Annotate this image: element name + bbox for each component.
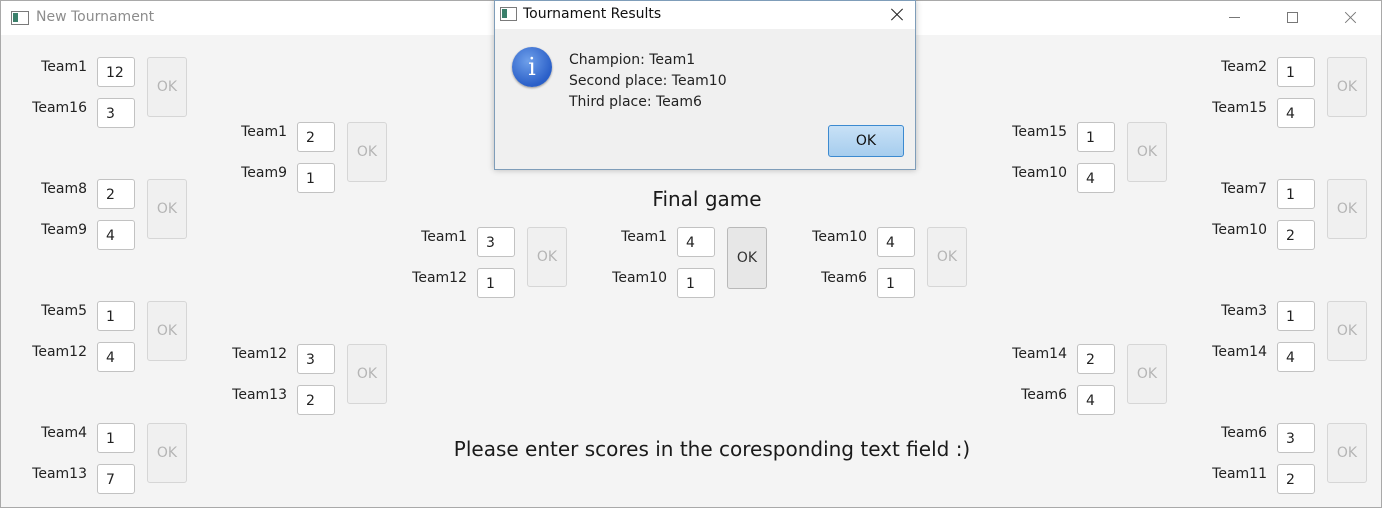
score-field[interactable]: 1: [1277, 301, 1315, 331]
team-label: Team6: [1221, 425, 1267, 441]
team-label: Team1: [621, 229, 667, 245]
final-ok-button[interactable]: OK: [727, 227, 767, 289]
score-field[interactable]: 2: [1277, 220, 1315, 250]
score-field[interactable]: 4: [1077, 385, 1115, 415]
score-field[interactable]: 3: [97, 98, 135, 128]
team-label: Team11: [1212, 466, 1267, 482]
team-label: Team10: [1012, 165, 1067, 181]
team-label: Team2: [1221, 59, 1267, 75]
team-label: Team6: [1021, 387, 1067, 403]
score-field[interactable]: 1: [877, 268, 915, 298]
score-field[interactable]: 4: [97, 342, 135, 372]
score-field[interactable]: 4: [1277, 342, 1315, 372]
team-label: Team12: [412, 270, 467, 286]
dialog-titlebar: Tournament Results: [495, 1, 915, 29]
score-field[interactable]: 1: [677, 268, 715, 298]
ok-button[interactable]: OK: [1327, 179, 1367, 239]
team-label: Team1: [241, 124, 287, 140]
ok-button[interactable]: OK: [147, 301, 187, 361]
team-label: Team4: [41, 425, 87, 441]
team-label: Team13: [232, 387, 287, 403]
team-label: Team9: [41, 222, 87, 238]
ok-button[interactable]: OK: [347, 344, 387, 404]
dialog-title: Tournament Results: [523, 6, 662, 22]
ok-button[interactable]: OK: [1327, 301, 1367, 361]
score-field[interactable]: 3: [1277, 423, 1315, 453]
team-label: Team3: [1221, 303, 1267, 319]
team-label: Team10: [612, 270, 667, 286]
maximize-icon[interactable]: [1269, 1, 1315, 35]
instruction-text: Please enter scores in the coresponding …: [453, 437, 971, 461]
score-field[interactable]: 3: [477, 227, 515, 257]
score-field[interactable]: 1: [1077, 122, 1115, 152]
ok-button[interactable]: OK: [927, 227, 967, 287]
score-field[interactable]: 1: [1277, 179, 1315, 209]
team-label: Team6: [821, 270, 867, 286]
ok-button[interactable]: OK: [1327, 57, 1367, 117]
close-icon[interactable]: [887, 5, 907, 25]
score-field[interactable]: 3: [297, 344, 335, 374]
ok-button[interactable]: OK: [147, 57, 187, 117]
team-label: Team8: [41, 181, 87, 197]
app-icon: [500, 7, 517, 21]
score-field[interactable]: 1: [477, 268, 515, 298]
score-field[interactable]: 1: [97, 423, 135, 453]
team-label: Team10: [1212, 222, 1267, 238]
score-field[interactable]: 2: [297, 385, 335, 415]
second-place-text: Second place: Team10: [569, 73, 727, 89]
score-field[interactable]: 4: [1277, 98, 1315, 128]
final-game-title: Final game: [652, 187, 762, 211]
team-label: Team14: [1212, 344, 1267, 360]
team-label: Team1: [421, 229, 467, 245]
team-label: Team12: [32, 344, 87, 360]
team-label: Team5: [41, 303, 87, 319]
champion-text: Champion: Team1: [569, 52, 696, 68]
score-field[interactable]: 4: [677, 227, 715, 257]
score-field[interactable]: 2: [1077, 344, 1115, 374]
score-field[interactable]: 4: [877, 227, 915, 257]
score-field[interactable]: 2: [297, 122, 335, 152]
dialog-ok-button[interactable]: OK: [828, 125, 904, 157]
team-label: Team1: [41, 59, 87, 75]
ok-button[interactable]: OK: [1127, 122, 1167, 182]
score-field[interactable]: 1: [97, 301, 135, 331]
close-icon[interactable]: [1327, 1, 1373, 35]
team-label: Team14: [1012, 346, 1067, 362]
score-field[interactable]: 7: [97, 464, 135, 494]
team-label: Team13: [32, 466, 87, 482]
ok-button[interactable]: OK: [1327, 423, 1367, 483]
results-dialog: Tournament Results i Champion: Team1 Sec…: [494, 0, 916, 170]
team-label: Team16: [32, 100, 87, 116]
ok-button[interactable]: OK: [147, 179, 187, 239]
team-label: Team15: [1212, 100, 1267, 116]
team-label: Team12: [232, 346, 287, 362]
score-field[interactable]: 4: [1077, 163, 1115, 193]
team-label: Team10: [812, 229, 867, 245]
score-field[interactable]: 4: [97, 220, 135, 250]
ok-button[interactable]: OK: [527, 227, 567, 287]
team-label: Team15: [1012, 124, 1067, 140]
score-field[interactable]: 1: [1277, 57, 1315, 87]
score-field[interactable]: 2: [97, 179, 135, 209]
third-place-text: Third place: Team6: [569, 94, 702, 110]
minimize-icon[interactable]: [1211, 1, 1257, 35]
score-field[interactable]: 12: [97, 57, 135, 87]
team-label: Team9: [241, 165, 287, 181]
ok-button[interactable]: OK: [347, 122, 387, 182]
score-field[interactable]: 2: [1277, 464, 1315, 494]
ok-button[interactable]: OK: [147, 423, 187, 483]
window-title: New Tournament: [36, 9, 155, 25]
ok-button[interactable]: OK: [1127, 344, 1167, 404]
info-icon: i: [512, 47, 552, 87]
app-icon: [11, 11, 29, 25]
team-label: Team7: [1221, 181, 1267, 197]
score-field[interactable]: 1: [297, 163, 335, 193]
